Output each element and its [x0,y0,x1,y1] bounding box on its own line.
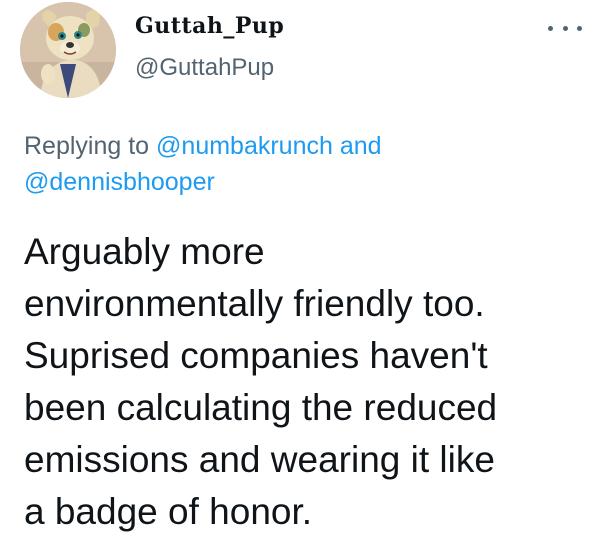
avatar[interactable] [20,2,116,98]
tweet-text-line: emissions and wearing it like [24,439,495,480]
display-name[interactable]: Guttah_Pup [135,13,284,39]
more-horizontal-icon-dot [577,25,582,31]
tweet-text-line: a badge of honor. [24,491,313,532]
tweet-text-line: Arguably more [24,231,265,272]
more-horizontal-icon-dot [562,25,568,31]
mention-link-numbakrunch[interactable]: @numbakrunch [156,132,333,160]
replying-prefix: Replying to [24,132,150,160]
mention-conjunction: and [339,132,382,160]
replying-to-context: Replying to @numbakrunch and @dennisbhoo… [24,128,584,200]
user-handle[interactable]: @GuttahPup [135,54,274,82]
tweet-text-line: Suprised companies haven't [24,335,488,376]
tweet-text-line: environmentally friendly too. [24,283,485,324]
mention-link-dennisbhooper[interactable]: @dennisbhooper [24,168,215,196]
tweet-text: Arguably more environmentally friendly t… [24,226,589,538]
avatar-image [20,2,116,98]
more-horizontal-icon [548,25,553,31]
more-options-button[interactable] [548,18,582,38]
tweet-text-line: been calculating the reduced [24,387,498,428]
tweet-card: Guttah_Pup @GuttahPup Replying to @numba… [0,0,599,546]
